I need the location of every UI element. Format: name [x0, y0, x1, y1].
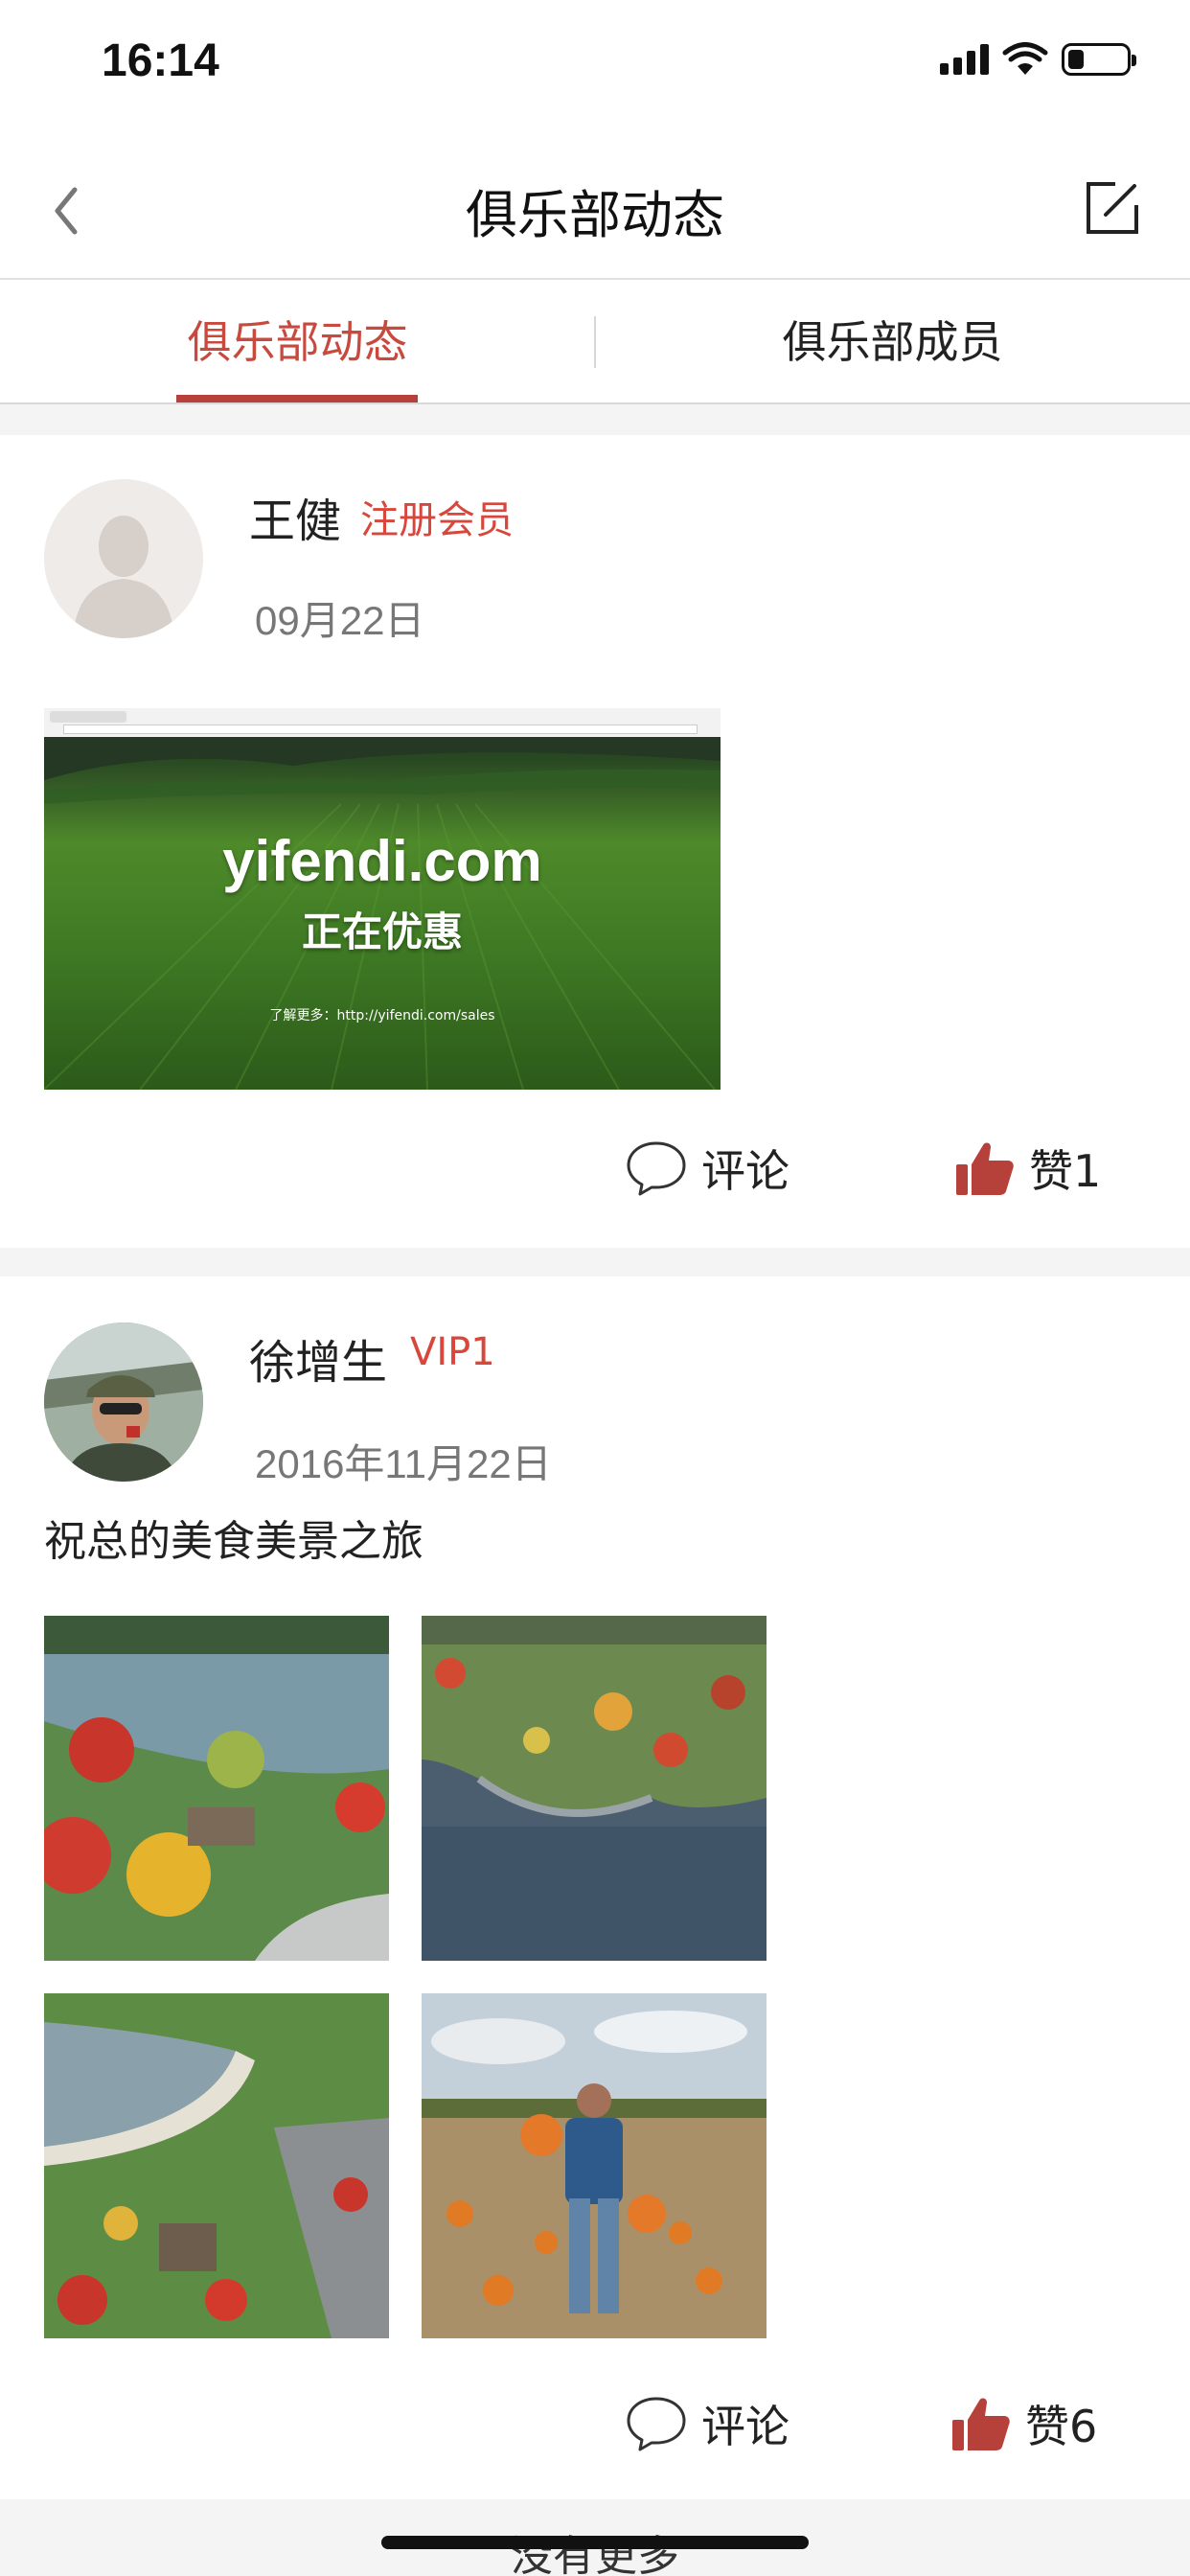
post-card: 徐增生 VIP1 2016年11月22日 祝总的美食美景之旅 评论 赞6	[0, 1276, 1190, 2499]
battery-icon	[1062, 43, 1136, 76]
comment-bubble-icon	[627, 2397, 686, 2451]
aerial-lake-photo	[422, 1616, 767, 1961]
post-text: 祝总的美食美景之旅	[44, 1517, 423, 1566]
tab-club-activity[interactable]: 俱乐部动态	[0, 280, 595, 404]
post-image[interactable]: yifendi.com 正在优惠 了解更多：http://yifendi.com…	[44, 708, 721, 1090]
home-indicator[interactable]	[381, 2536, 809, 2549]
banner-site: yifendi.com	[222, 829, 542, 893]
member-badge: 注册会员	[360, 498, 514, 542]
post-image[interactable]	[44, 1993, 389, 2338]
thumbs-up-icon	[956, 1142, 1014, 1195]
post-image[interactable]	[422, 1616, 767, 1961]
lakeside-cabin-photo	[44, 1993, 389, 2338]
comment-label: 评论	[701, 2401, 790, 2452]
post-image[interactable]	[422, 1993, 767, 2338]
signal-icon	[940, 44, 989, 75]
pumpkin-patch-photo	[422, 1993, 767, 2338]
like-button[interactable]: 赞1	[954, 1137, 1101, 1200]
wifi-icon	[1002, 42, 1048, 75]
browser-chrome	[44, 708, 721, 738]
comment-button[interactable]: 评论	[625, 1137, 790, 1200]
rice-field-photo: yifendi.com 正在优惠 了解更多：http://yifendi.com…	[44, 737, 721, 1090]
edit-icon[interactable]	[1085, 180, 1140, 236]
default-avatar-icon	[44, 479, 203, 638]
thumbs-up-icon	[952, 2398, 1010, 2450]
post-date: 2016年11月22日	[255, 1441, 552, 1486]
banner-headline: 正在优惠	[301, 908, 463, 955]
nav-bar: 俱乐部动态	[0, 126, 1190, 280]
comment-button[interactable]: 评论	[625, 2392, 790, 2455]
tab-club-members[interactable]: 俱乐部成员	[595, 280, 1190, 404]
avatar[interactable]	[44, 1322, 203, 1482]
status-time: 16:14	[102, 35, 219, 86]
comment-bubble-icon	[627, 1141, 686, 1196]
post-username[interactable]: 徐增生	[249, 1324, 387, 1392]
like-count: 赞1	[1029, 1145, 1102, 1197]
comment-label: 评论	[701, 1145, 790, 1197]
member-badge: VIP1	[410, 1330, 495, 1374]
post-username[interactable]: 王健	[249, 483, 341, 550]
post-image[interactable]	[44, 1616, 389, 1961]
page-title: 俱乐部动态	[466, 185, 724, 245]
status-icons	[940, 40, 1136, 79]
like-count: 赞6	[1025, 2401, 1098, 2452]
active-tab-indicator	[176, 395, 418, 402]
banner-link: 了解更多：http://yifendi.com/sales	[269, 1008, 495, 1024]
tab-bar: 俱乐部动态 俱乐部成员	[0, 280, 1190, 404]
user-photo-avatar	[44, 1322, 203, 1482]
lake-autumn-photo	[44, 1616, 389, 1961]
like-button[interactable]: 赞6	[950, 2392, 1097, 2455]
status-bar: 16:14	[0, 0, 1190, 126]
post-card: 王健 注册会员 09月22日 yifendi.com 正在优惠 了解更多：htt…	[0, 435, 1190, 1248]
post-date: 09月22日	[255, 598, 425, 643]
avatar[interactable]	[44, 479, 203, 638]
